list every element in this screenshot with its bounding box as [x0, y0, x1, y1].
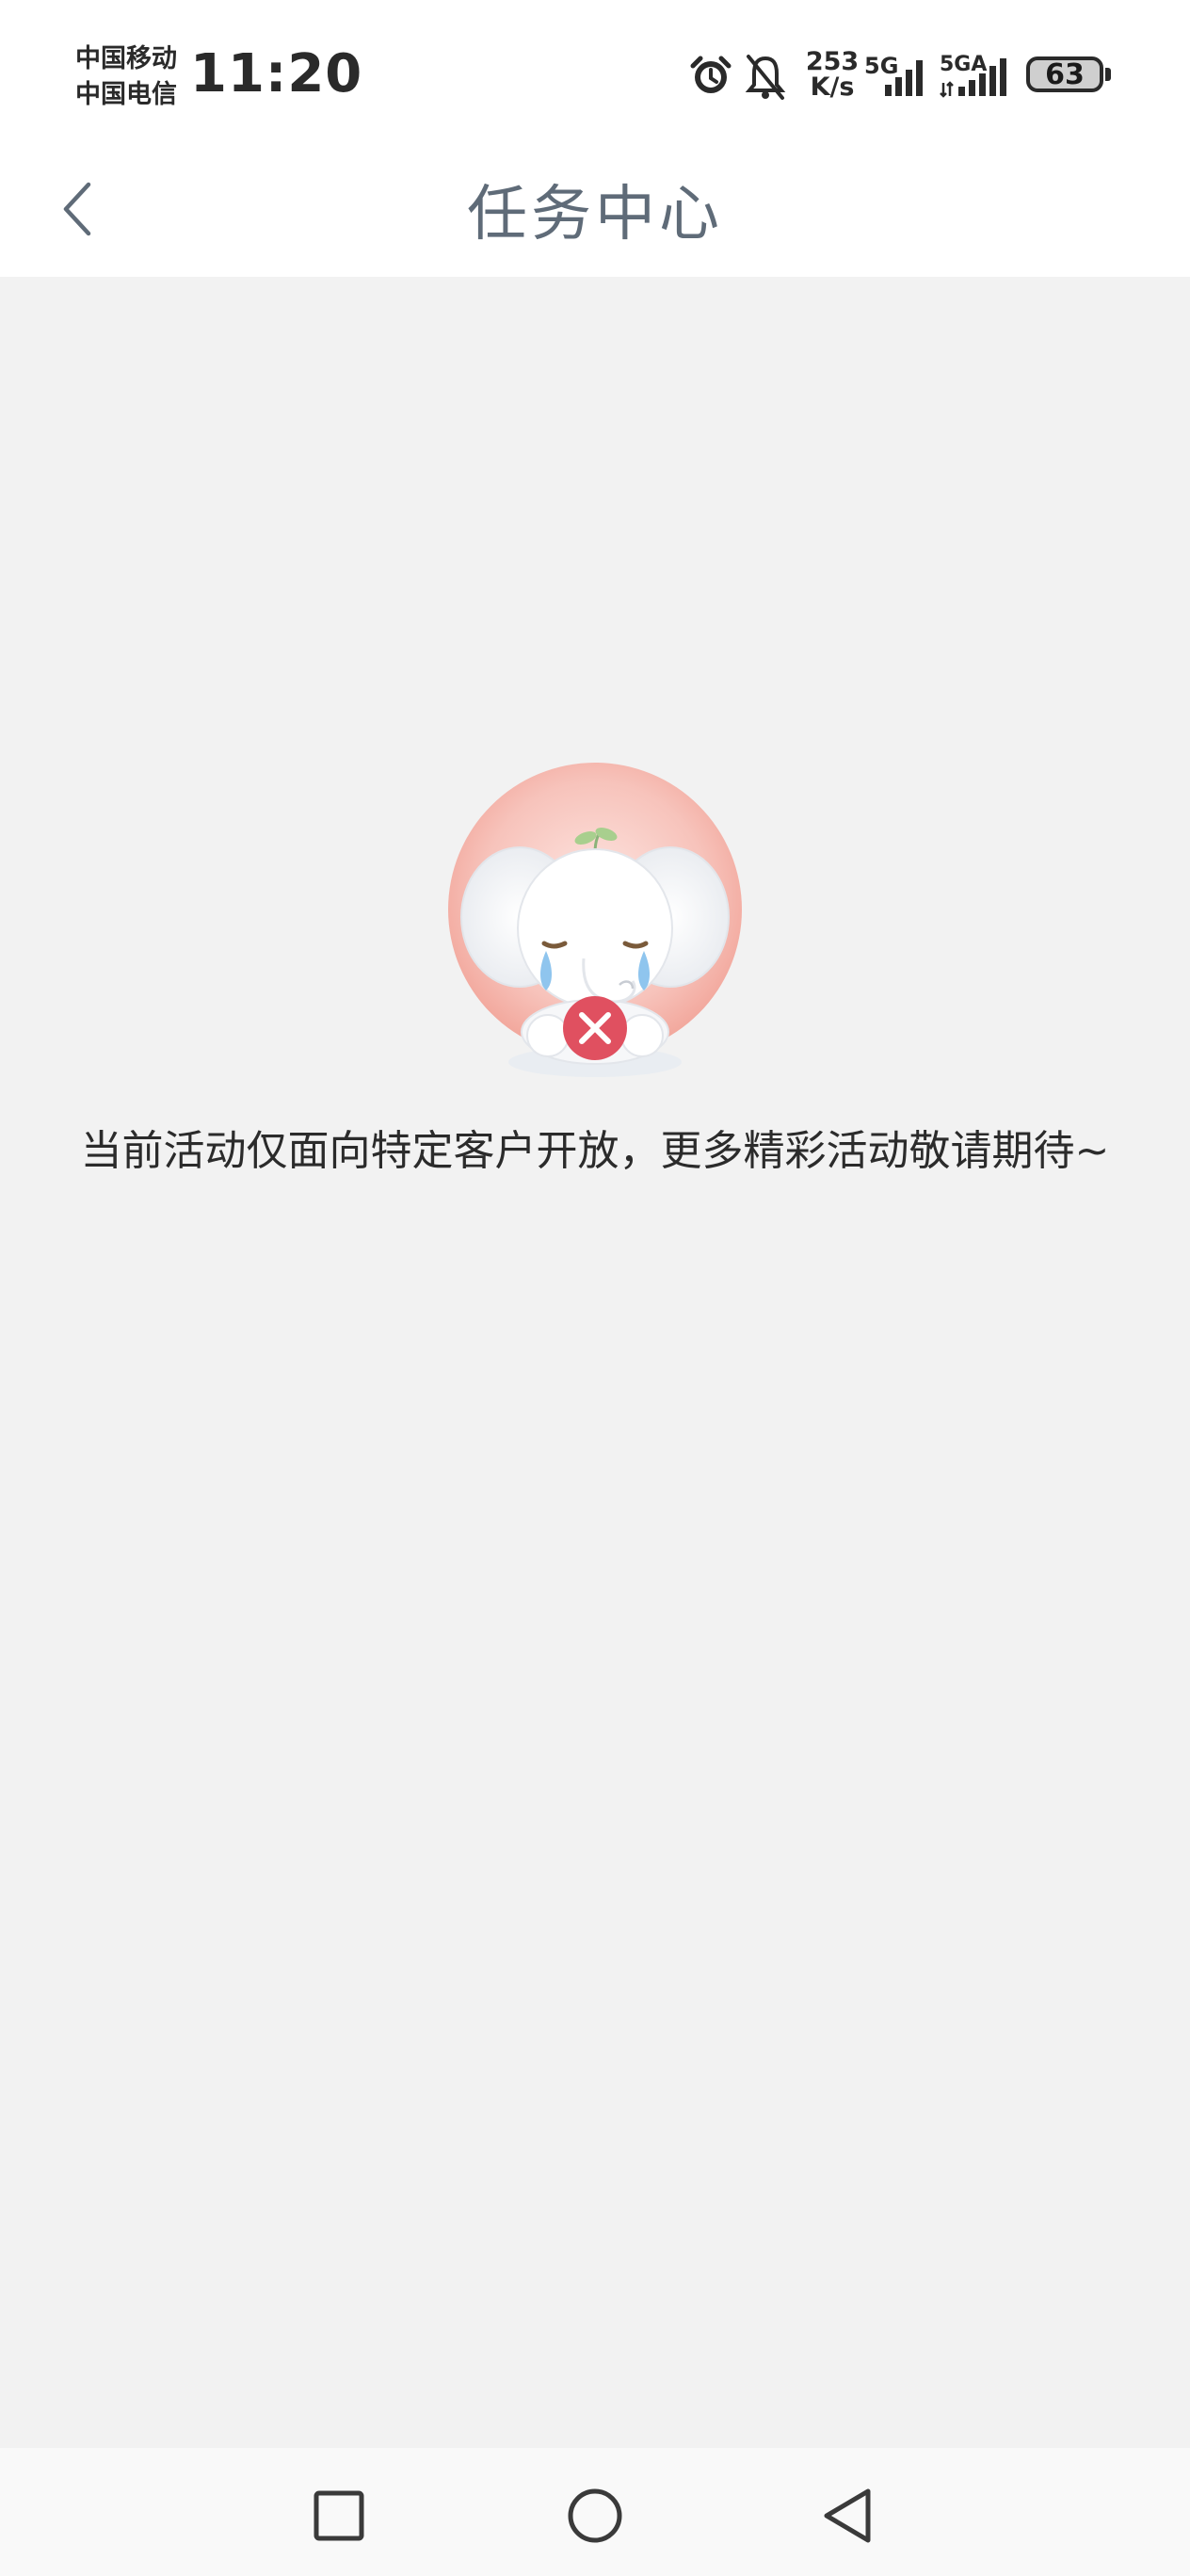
- battery-tip: [1105, 68, 1111, 81]
- net-speed: 253 K/s: [802, 49, 862, 100]
- clock: 11:20: [190, 43, 363, 105]
- app-header: 任务中心: [0, 141, 1190, 277]
- net-speed-value: 253: [805, 47, 860, 76]
- carrier-names: 中国移动 中国电信: [75, 41, 188, 113]
- carrier-1: 中国移动: [75, 44, 177, 73]
- mute-bell-icon: [745, 55, 786, 100]
- page-title: 任务中心: [467, 180, 723, 250]
- nav-back-button[interactable]: [808, 2476, 887, 2555]
- carrier-2: 中国电信: [75, 80, 177, 109]
- chevron-left-icon: [63, 182, 91, 236]
- home-circle-icon: [568, 2488, 622, 2543]
- crying-elephant-illustration: [448, 763, 742, 1077]
- net-speed-unit: K/s: [810, 72, 855, 102]
- battery-level: 63: [1045, 57, 1085, 91]
- alarm-icon: [690, 56, 732, 93]
- system-nav-bar: [0, 2448, 1190, 2576]
- battery-icon: 63: [1026, 56, 1103, 92]
- recent-apps-button[interactable]: [299, 2476, 378, 2555]
- back-button[interactable]: [38, 169, 117, 249]
- empty-state-message: 当前活动仅面向特定客户开放，更多精彩活动敬请期待~: [80, 1127, 1110, 1175]
- recent-apps-square-icon: [314, 2490, 364, 2541]
- status-bar: 中国移动 中国电信 11:20 253 K/s 5G 5GA 63: [0, 0, 1190, 141]
- signal-5ga-icon: 5GA: [940, 45, 1011, 102]
- back-triangle-icon: [824, 2488, 871, 2543]
- home-button[interactable]: [555, 2476, 635, 2555]
- signal-5g-icon: 5G: [864, 45, 930, 102]
